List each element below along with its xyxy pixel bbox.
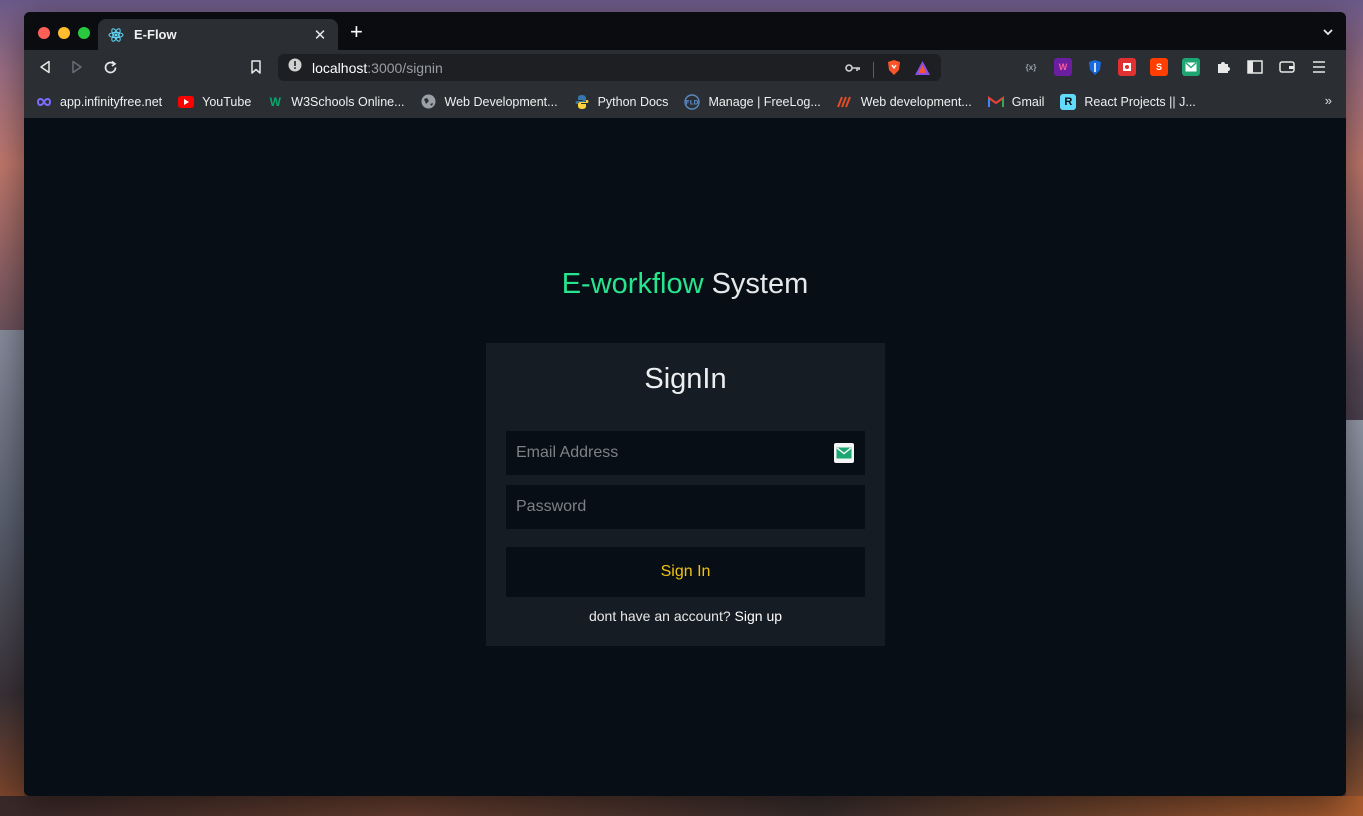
bookmark-item-gmail[interactable]: Gmail	[987, 94, 1045, 110]
code-ext-icon[interactable]: {x}	[1022, 58, 1040, 76]
desktop-wallpaper-bottom	[0, 796, 1363, 816]
chevron-down-icon[interactable]	[1322, 25, 1334, 43]
infinity-icon	[36, 94, 52, 110]
bookmark-label: Python Docs	[597, 94, 669, 109]
close-tab-icon[interactable]: ✕	[312, 26, 328, 44]
gmail-icon	[987, 94, 1004, 110]
menu-icon[interactable]	[1310, 58, 1328, 76]
forward-icon[interactable]	[68, 58, 86, 76]
window-controls	[38, 27, 90, 39]
app-title: E-workflow System	[24, 268, 1346, 301]
bookmark-item-web-development[interactable]: Web Development...	[421, 94, 558, 110]
bookmarks-bar: app.infinityfree.net YouTube W W3Schools…	[24, 84, 1346, 118]
bookmark-item-react-projects[interactable]: R React Projects || J...	[1060, 93, 1196, 110]
wallet-icon[interactable]	[1278, 58, 1296, 76]
mail-ext-icon[interactable]	[1182, 58, 1200, 76]
close-window-button[interactable]	[38, 27, 50, 39]
email-input[interactable]	[506, 431, 865, 475]
signin-card: SignIn Sign In dont have an account? Sig…	[486, 343, 885, 646]
python-icon	[574, 94, 590, 110]
sidebar-icon[interactable]	[1246, 58, 1264, 76]
bookmark-item-infinityfree[interactable]: app.infinityfree.net	[36, 94, 162, 110]
bookmark-label: app.infinityfree.net	[60, 94, 163, 109]
bookmark-item-youtube[interactable]: YouTube	[178, 94, 251, 110]
svg-text:FLD: FLD	[686, 99, 699, 106]
extensions-bar: {x} W S	[1022, 58, 1328, 76]
mdn-icon	[836, 94, 853, 110]
key-icon[interactable]	[845, 61, 861, 79]
url-path: :3000/signin	[367, 59, 443, 76]
url-text[interactable]: localhost:3000/signin	[312, 60, 443, 76]
browser-toolbar: localhost:3000/signin {x} W S	[24, 50, 1346, 84]
bookmark-item-python-docs[interactable]: Python Docs	[574, 94, 669, 110]
url-host: localhost	[312, 59, 368, 76]
page-content: E-workflow System SignIn Sign In dont ha…	[24, 118, 1346, 796]
brave-shield-icon[interactable]	[886, 59, 902, 81]
signup-prompt: dont have an account? Sign up	[486, 608, 885, 624]
signup-prompt-text: dont have an account?	[588, 608, 735, 624]
address-bar[interactable]: localhost:3000/signin	[278, 54, 941, 81]
tab-strip: E-Flow ✕ +	[24, 12, 1346, 50]
shield-ext-icon[interactable]	[1086, 58, 1104, 76]
youtube-icon	[178, 94, 195, 110]
bookmark-item-w3schools[interactable]: W W3Schools Online...	[267, 94, 405, 110]
signin-heading: SignIn	[644, 363, 727, 395]
password-input[interactable]	[506, 485, 865, 529]
new-tab-button[interactable]: +	[350, 21, 363, 43]
bookmark-label: Manage | FreeLog...	[708, 94, 821, 109]
brave-rewards-icon[interactable]	[914, 60, 931, 81]
bookmark-label: YouTube	[202, 94, 252, 109]
signin-button[interactable]: Sign In	[506, 547, 865, 597]
react-icon	[108, 27, 124, 43]
bookmark-item-freelogo[interactable]: FLD Manage | FreeLog...	[684, 93, 821, 110]
bookmark-item-mdn[interactable]: Web development...	[836, 94, 972, 110]
reload-icon[interactable]	[101, 58, 119, 76]
desktop-wallpaper-right	[1346, 420, 1363, 816]
browser-window: E-Flow ✕ + localhost:3000/signin {x} W S…	[24, 12, 1346, 796]
app-title-accent: E-workflow	[561, 268, 704, 300]
address-bar-actions	[845, 59, 931, 81]
bookmark-label: Gmail	[1011, 94, 1045, 109]
info-icon[interactable]	[288, 58, 302, 77]
w3schools-icon: W	[269, 94, 281, 109]
mail-autofill-icon[interactable]	[834, 443, 854, 463]
signup-link[interactable]: Sign up	[735, 608, 782, 624]
freelogo-icon: FLD	[684, 93, 701, 110]
svelte-ext-icon[interactable]: S	[1150, 58, 1168, 76]
globe-icon	[421, 94, 437, 110]
extensions-puzzle-icon[interactable]	[1214, 58, 1232, 76]
desktop-wallpaper-left	[0, 330, 24, 816]
wf-ext-icon[interactable]: W	[1054, 58, 1072, 76]
bookmark-label: React Projects || J...	[1084, 94, 1196, 109]
bookmark-label: Web Development...	[444, 94, 558, 109]
puzzle-red-ext-icon[interactable]	[1118, 58, 1136, 76]
maximize-window-button[interactable]	[78, 27, 90, 39]
bookmarks-overflow-button[interactable]: »	[1325, 93, 1332, 108]
bookmark-label: Web development...	[860, 94, 972, 109]
back-icon[interactable]	[36, 58, 54, 76]
bookmark-icon[interactable]	[247, 58, 265, 76]
tab-e-flow[interactable]: E-Flow ✕	[98, 19, 338, 50]
address-bar-divider	[873, 62, 874, 78]
react-projects-icon: R	[1060, 93, 1077, 110]
minimize-window-button[interactable]	[58, 27, 70, 39]
bookmark-label: W3Schools Online...	[291, 94, 405, 109]
app-title-rest: System	[703, 268, 809, 300]
tab-title: E-Flow	[134, 27, 177, 42]
